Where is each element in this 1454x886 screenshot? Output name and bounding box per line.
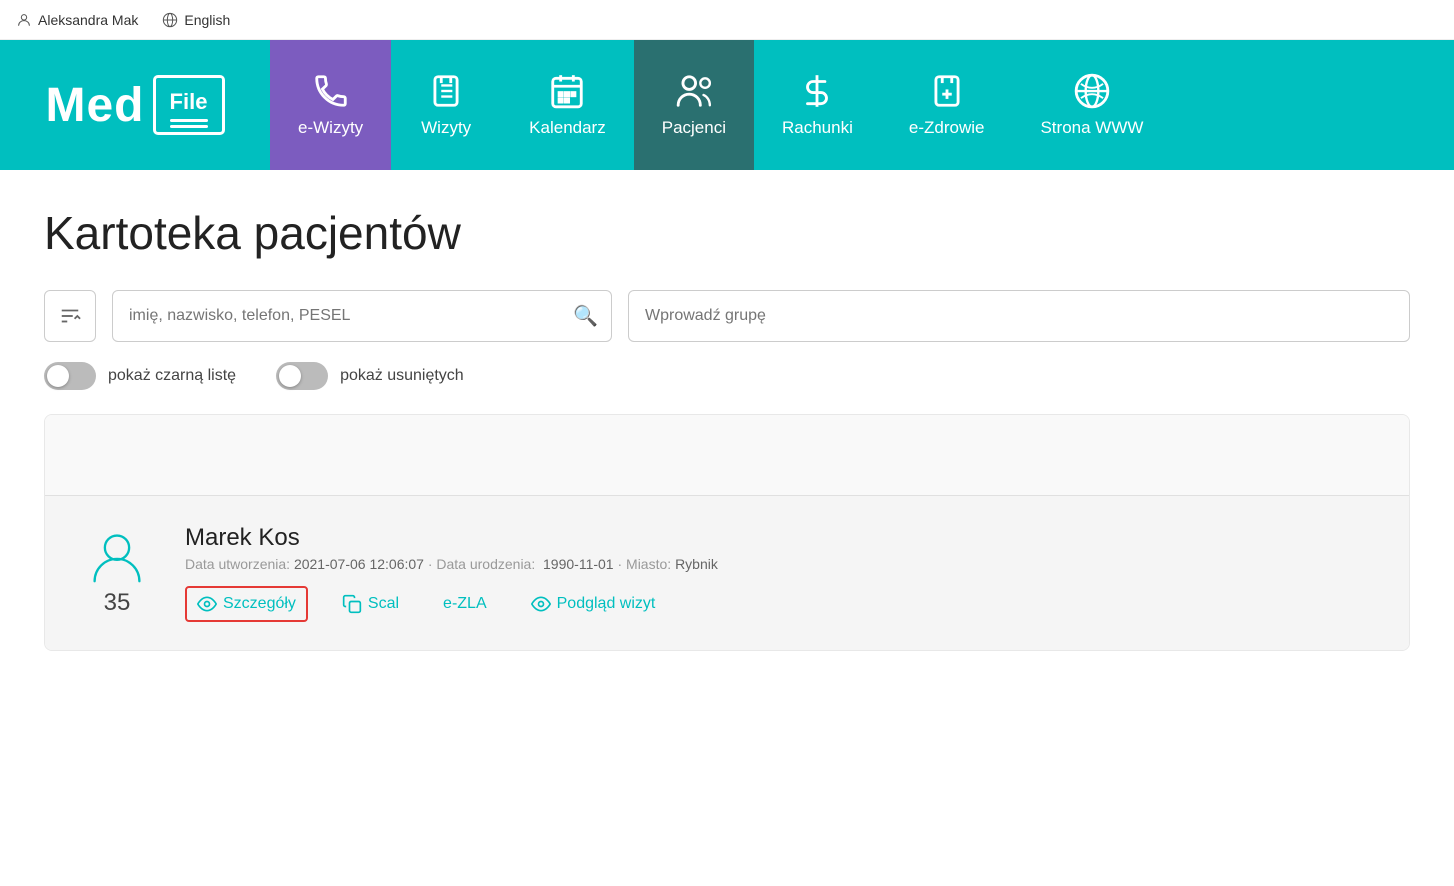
nav-item-wizyty[interactable]: Wizyty [391,40,501,170]
clipboard-list-icon [427,72,465,110]
nav-label-rachunki: Rachunki [782,118,853,138]
search-row: 🔍 [44,290,1410,342]
patient-list-empty-area [45,415,1409,495]
user-icon [16,12,32,28]
patient-age: 35 [104,589,131,617]
toggle-deleted-switch[interactable] [276,362,328,390]
patient-list: 35 Marek Kos Data utworzenia: 2021-07-06… [44,414,1410,651]
patient-avatar: 35 [77,529,157,617]
action-szczegoly-label: Szczegóły [223,595,296,613]
user-menu[interactable]: Aleksandra Mak [16,12,138,28]
table-row: 35 Marek Kos Data utworzenia: 2021-07-06… [45,495,1409,650]
nav-item-kalendarz[interactable]: Kalendarz [501,40,634,170]
toggle-blacklist-switch[interactable] [44,362,96,390]
search-input[interactable] [112,290,612,342]
action-e-zla[interactable]: e-ZLA [433,589,497,619]
nav-label-e-wizyty: e-Wizyty [298,118,363,138]
phone-icon [312,72,350,110]
eye-icon [197,594,217,614]
users-icon [675,72,713,110]
group-input[interactable] [628,290,1410,342]
user-name: Aleksandra Mak [38,12,138,28]
logo-file: File [170,89,208,115]
nav-item-strona-www[interactable]: Strona WWW [1012,40,1171,170]
nav-label-strona-www: Strona WWW [1040,118,1143,138]
action-scal[interactable]: Scal [332,588,409,620]
toggle-deleted-label: pokaż usuniętych [340,367,464,385]
patient-name: Marek Kos [185,524,1377,552]
toggle-deleted[interactable]: pokaż usuniętych [276,362,464,390]
patient-actions: Szczegóły ☝ Scal e-ZLA [185,586,1377,622]
nav-item-pacjenci[interactable]: Pacjenci [634,40,754,170]
main-nav: Med File e-Wizyty [0,40,1454,170]
search-wrap: 🔍 [112,290,612,342]
logo[interactable]: Med File [0,40,270,170]
patient-birthdate: 1990-11-01 [543,556,614,572]
nav-label-pacjenci: Pacjenci [662,118,726,138]
search-icon: 🔍 [573,304,598,329]
eye-podglad-icon [531,594,551,614]
nav-item-rachunki[interactable]: Rachunki [754,40,881,170]
patient-city: Rybnik [675,556,718,572]
dollar-icon [798,72,836,110]
patient-info: Marek Kos Data utworzenia: 2021-07-06 12… [185,524,1377,622]
sort-icon [59,305,81,327]
language-menu[interactable]: English [162,12,230,28]
nav-item-e-wizyty[interactable]: e-Wizyty [270,40,391,170]
logo-med: Med [46,78,145,133]
copy-icon [342,594,362,614]
action-podglad-wizyt-label: Podgląd wizyt [557,595,656,613]
nav-label-kalendarz: Kalendarz [529,118,606,138]
action-szczegoly[interactable]: Szczegóły [185,586,308,622]
nav-label-e-zdrowie: e-Zdrowie [909,118,985,138]
toggle-blacklist-label: pokaż czarną listę [108,367,236,385]
action-e-zla-label: e-ZLA [443,595,487,613]
toggle-row: pokaż czarną listę pokaż usuniętych [44,362,1410,390]
avatar [89,529,145,585]
patient-meta: Data utworzenia: 2021-07-06 12:06:07 · D… [185,556,1377,572]
nav-label-wizyty: Wizyty [421,118,471,138]
action-podglad-wizyt[interactable]: Podgląd wizyt [521,588,666,620]
globe-nav-icon [1073,72,1111,110]
action-scal-label: Scal [368,595,399,613]
sort-button[interactable] [44,290,96,342]
main-content: Kartoteka pacjentów 🔍 pokaż czarną listę… [0,170,1454,675]
clipboard-plus-icon [928,72,966,110]
language-label: English [184,12,230,28]
page-title: Kartoteka pacjentów [44,206,1410,260]
calendar-icon [548,72,586,110]
patient-created: 2021-07-06 12:06:07 [294,556,424,572]
toggle-blacklist[interactable]: pokaż czarną listę [44,362,236,390]
globe-icon [162,12,178,28]
top-bar: Aleksandra Mak English [0,0,1454,40]
nav-item-e-zdrowie[interactable]: e-Zdrowie [881,40,1013,170]
